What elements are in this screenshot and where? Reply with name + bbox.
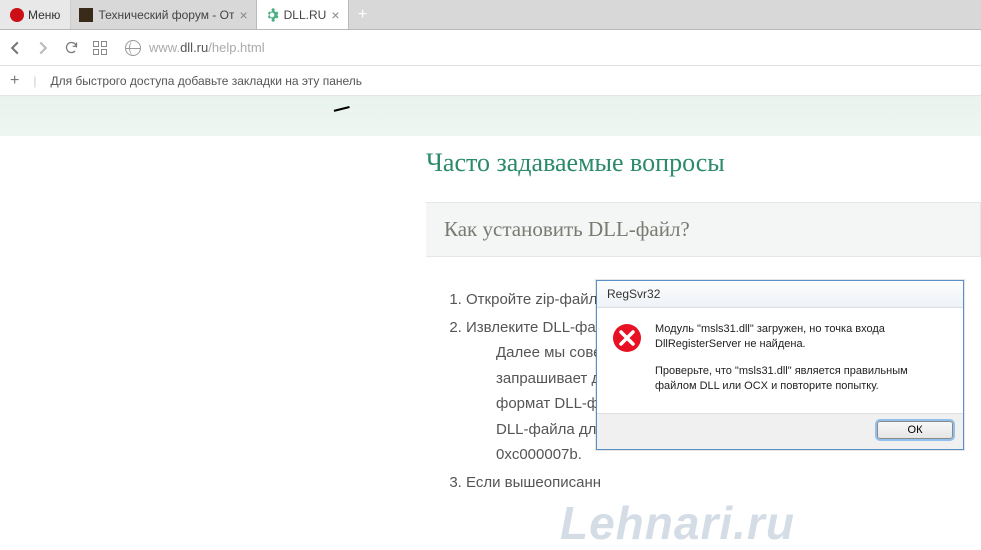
- favicon-icon: [79, 8, 93, 22]
- nav-controls: [8, 40, 107, 55]
- list-item: Если вышеописанн: [466, 470, 981, 496]
- dialog-title[interactable]: RegSvr32: [597, 281, 963, 308]
- bookmarks-bar: + | Для быстрого доступа добавьте заклад…: [0, 66, 981, 96]
- tab-label: DLL.RU: [284, 8, 327, 22]
- globe-icon: [125, 40, 141, 56]
- close-icon[interactable]: ×: [239, 7, 247, 23]
- bookmark-hint: Для быстрого доступа добавьте закладки н…: [50, 74, 362, 88]
- menu-label: Меню: [28, 8, 60, 22]
- opera-icon: [10, 8, 24, 22]
- close-icon[interactable]: ×: [331, 7, 339, 23]
- address-bar[interactable]: www.dll.ru/help.html: [117, 40, 973, 56]
- tab-label: Технический форум - От: [98, 8, 234, 22]
- url-text: www.dll.ru/help.html: [149, 40, 265, 55]
- error-icon: [611, 322, 643, 354]
- new-tab-button[interactable]: +: [349, 0, 377, 29]
- watermark: Lehnari.ru: [560, 496, 795, 550]
- menu-button[interactable]: Меню: [0, 0, 71, 29]
- faq-question[interactable]: Как установить DLL-файл?: [426, 202, 981, 257]
- dialog-message: Модуль "msls31.dll" загружен, но точка в…: [655, 322, 949, 405]
- reload-button[interactable]: [64, 40, 79, 55]
- forward-button[interactable]: [36, 41, 50, 55]
- separator: |: [33, 74, 36, 88]
- tab-inactive[interactable]: Технический форум - От ×: [71, 0, 256, 29]
- ok-button[interactable]: ОК: [877, 421, 953, 439]
- speed-dial-button[interactable]: [93, 41, 107, 55]
- gear-icon: [265, 8, 279, 22]
- page-title: Часто задаваемые вопросы: [426, 148, 981, 178]
- tab-active[interactable]: DLL.RU ×: [257, 0, 349, 29]
- toolbar: www.dll.ru/help.html: [0, 30, 981, 66]
- add-bookmark-button[interactable]: +: [10, 72, 19, 90]
- error-dialog: RegSvr32 Модуль "msls31.dll" загружен, н…: [596, 280, 964, 450]
- tab-bar: Меню Технический форум - От × DLL.RU × +: [0, 0, 981, 30]
- back-button[interactable]: [8, 41, 22, 55]
